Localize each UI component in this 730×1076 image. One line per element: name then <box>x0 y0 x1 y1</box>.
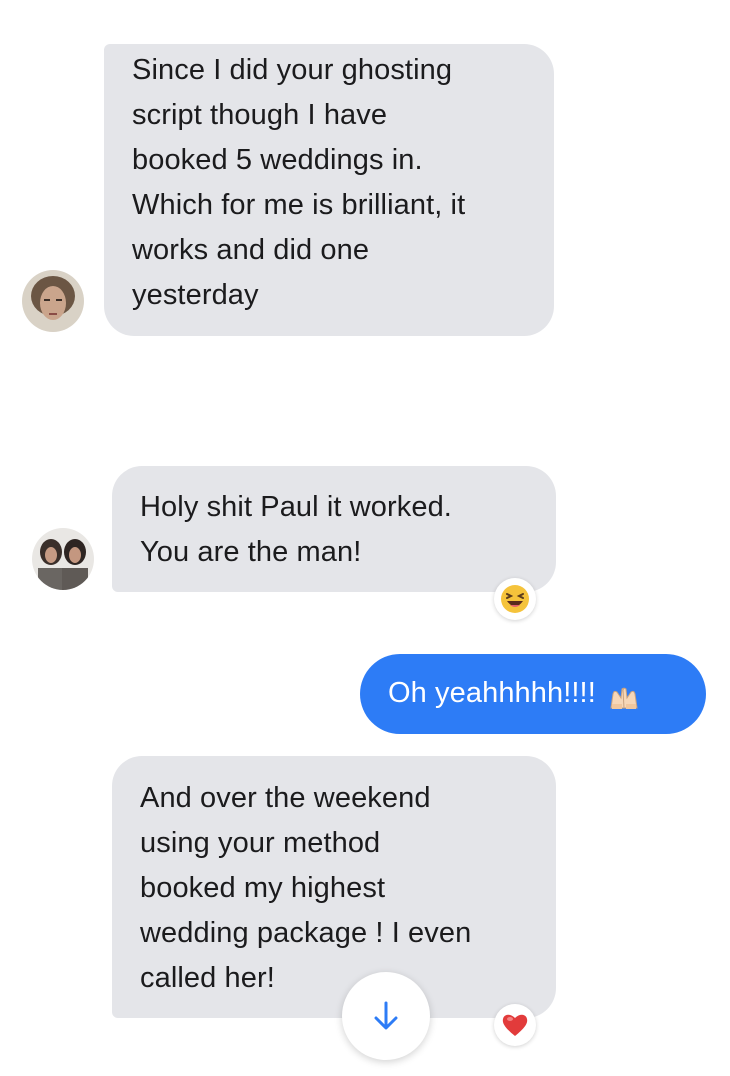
message-bubble[interactable]: And over the weekend using your method b… <box>112 756 556 1018</box>
arrow-down-icon <box>374 1001 398 1030</box>
message-line: booked 5 weddings in. <box>132 144 423 176</box>
group-photo-icon <box>32 528 94 590</box>
scroll-down-button[interactable] <box>342 972 430 1060</box>
message-bubble-outgoing[interactable]: Oh yeahhhhh!!!! <box>360 654 706 734</box>
message-bubble[interactable]: Since I did your ghosting script though … <box>104 44 554 336</box>
reaction-badge[interactable] <box>494 1004 536 1046</box>
reaction-badge[interactable] <box>494 578 536 620</box>
message-line: Which for me is brilliant, it <box>132 189 466 221</box>
message-line: works and did one <box>132 234 370 266</box>
person-photo-icon <box>22 270 84 332</box>
message-line: script though I have <box>132 99 388 131</box>
laughing-emoji-icon <box>501 585 529 613</box>
message-text: Oh yeahhhhh!!!! <box>388 677 596 709</box>
message-line: Since I did your ghosting <box>132 54 453 86</box>
message-line: booked my highest <box>140 872 386 904</box>
contact-avatar[interactable] <box>22 270 84 332</box>
message-line: And over the weekend <box>140 782 431 814</box>
contact-avatar[interactable] <box>32 528 94 590</box>
message-line: using your method <box>140 827 381 859</box>
raising-hands-emoji-icon <box>608 679 640 724</box>
message-line: called her! <box>140 962 275 994</box>
message-line: You are the man! <box>140 536 362 568</box>
heart-emoji-icon <box>502 1014 528 1036</box>
message-line: yesterday <box>132 279 259 311</box>
message-line: Holy shit Paul it worked. <box>140 491 452 523</box>
message-line: wedding package ! I even <box>140 917 472 949</box>
message-bubble[interactable]: Holy shit Paul it worked. You are the ma… <box>112 466 556 592</box>
